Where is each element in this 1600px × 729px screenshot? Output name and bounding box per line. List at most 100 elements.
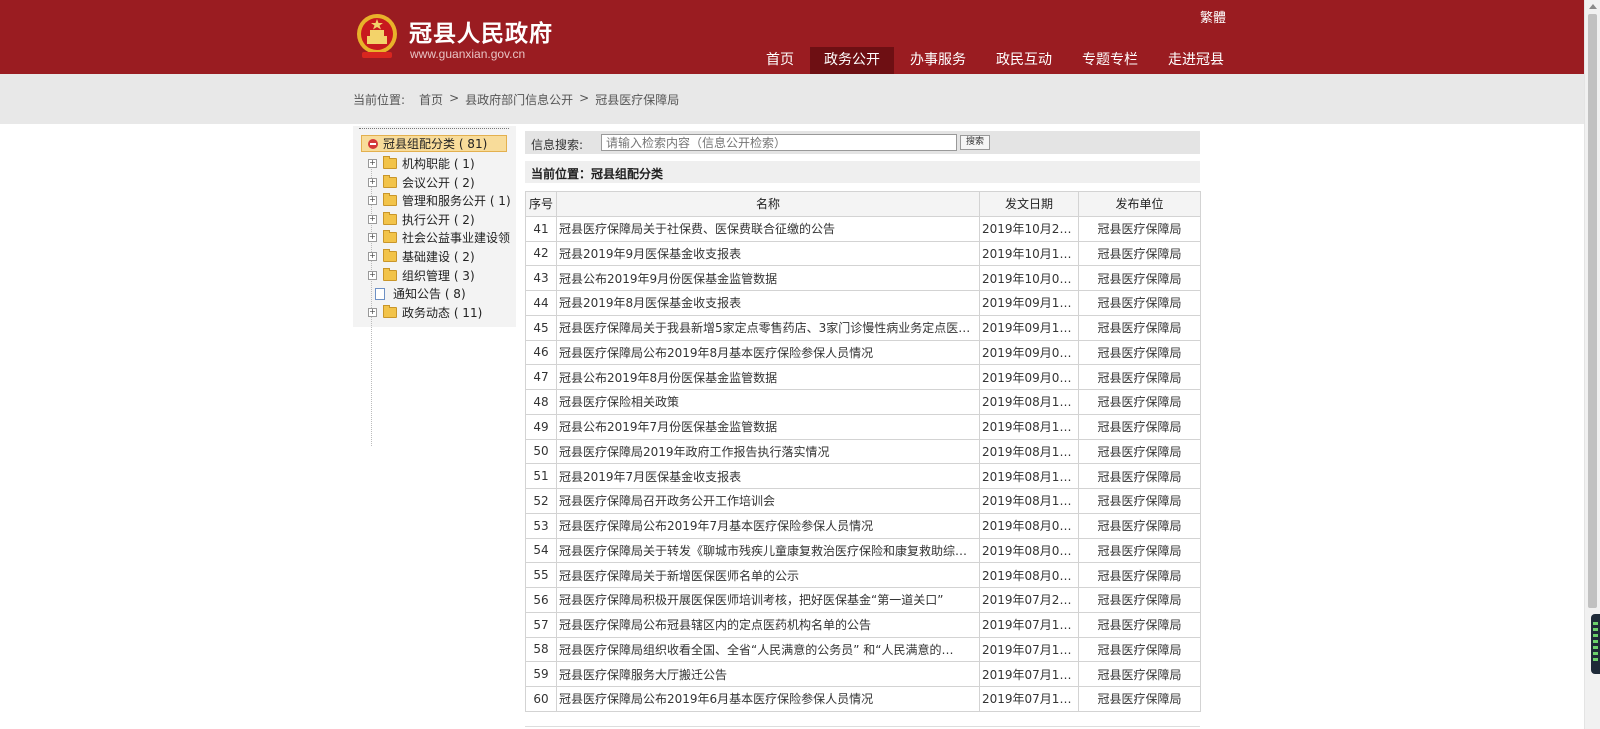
row-number: 46 xyxy=(525,339,557,366)
main-nav: 首页 政务公开 办事服务 政民互动 专题专栏 走进冠县 xyxy=(752,47,1240,74)
site-title[interactable]: 冠县人民政府 xyxy=(409,14,553,48)
expand-icon[interactable]: + xyxy=(368,233,377,243)
expand-icon[interactable]: + xyxy=(368,214,377,224)
row-unit: 冠县医疗保障局 xyxy=(1078,661,1201,687)
traditional-chinese-toggle[interactable]: 繁體 xyxy=(1200,7,1226,26)
row-title-link[interactable]: 冠县医疗保险相关政策 xyxy=(556,389,980,415)
expand-icon[interactable]: + xyxy=(368,252,377,261)
search-button[interactable]: 搜索 xyxy=(960,135,990,150)
row-title-link[interactable]: 冠县医疗保障局公布2019年6月基本医疗保险参保人员情况 xyxy=(556,686,980,712)
row-date: 2019年08月1… xyxy=(979,389,1079,415)
tree-item-label: 基础建设 ( 2) xyxy=(402,250,475,264)
table-row: 50 冠县医疗保障局2019年政府工作报告执行落实情况 2019年08月1… 冠县医疗… xyxy=(525,438,1201,465)
scroll-up-arrow-icon[interactable] xyxy=(1589,4,1597,9)
breadcrumb-link-2[interactable]: 冠县医疗保障局 xyxy=(595,91,679,108)
row-number: 49 xyxy=(525,413,557,440)
row-unit: 冠县医疗保障局 xyxy=(1078,587,1201,613)
tree-item-5[interactable]: + 基础建设 ( 2) xyxy=(368,247,475,266)
tree-item-label: 机构职能 ( 1) xyxy=(402,157,475,171)
tree-item-7[interactable]: 通知公告 ( 8) xyxy=(368,284,466,303)
breadcrumb-link-0[interactable]: 首页 xyxy=(419,91,443,108)
tree-item-label: 通知公告 ( 8) xyxy=(393,287,466,302)
expand-icon[interactable]: + xyxy=(368,270,377,280)
row-title-link[interactable]: 冠县医疗保障局公布2019年8月基本医疗保险参保人员情况 xyxy=(556,339,980,366)
row-title-link[interactable]: 冠县医疗保障局关于转发《聊城市残疾儿童康复救治医疗保险和康复救助综… xyxy=(556,537,980,564)
row-number: 44 xyxy=(525,290,557,316)
row-unit: 冠县医疗保障局 xyxy=(1078,438,1201,465)
row-date: 2019年08月1… xyxy=(979,488,1079,514)
row-title-link[interactable]: 冠县医疗保障局公布冠县辖区内的定点医药机构名单的公告 xyxy=(556,611,980,638)
collapse-icon[interactable] xyxy=(368,138,378,149)
row-title-link[interactable]: 冠县医疗保障局召开政务公开工作培训会 xyxy=(556,488,980,514)
row-title-link[interactable]: 冠县医疗保障局组织收看全国、全省“人民满意的公务员” 和“人民满意的… xyxy=(556,636,980,663)
nav-item-3[interactable]: 政民互动 xyxy=(982,47,1066,74)
national-emblem-icon[interactable] xyxy=(356,12,398,62)
row-title-link[interactable]: 冠县2019年8月医保基金收支报表 xyxy=(556,290,980,316)
row-unit: 冠县医疗保障局 xyxy=(1078,290,1201,316)
floating-widget-icon[interactable] xyxy=(1591,614,1600,674)
row-date: 2019年07月2… xyxy=(979,587,1079,613)
row-number: 43 xyxy=(525,265,557,291)
tree-item-label: 组织管理 ( 3) xyxy=(402,268,475,283)
nav-item-5[interactable]: 走进冠县 xyxy=(1154,47,1238,74)
col-header-no: 序号 xyxy=(525,191,557,217)
expand-icon[interactable]: + xyxy=(368,196,377,206)
tree-item-label: 管理和服务公开 ( 1) xyxy=(402,194,511,209)
row-date: 2019年07月1… xyxy=(979,636,1079,663)
row-title-link[interactable]: 冠县2019年7月医保基金收支报表 xyxy=(556,463,980,489)
row-title-link[interactable]: 冠县医疗保障局积极开展医保医师培训考核，把好医保基金“第一道关口” xyxy=(556,587,980,613)
table-header-row: 序号 名称 发文日期 发布单位 xyxy=(525,191,1201,217)
tree-item-3[interactable]: + 执行公开 ( 2) xyxy=(368,210,475,229)
folder-icon xyxy=(383,267,397,281)
tree-item-8[interactable]: + 政务动态 ( 11) xyxy=(368,303,482,322)
row-title-link[interactable]: 冠县2019年9月医保基金收支报表 xyxy=(556,240,980,267)
nav-item-4[interactable]: 专题专栏 xyxy=(1068,47,1152,74)
row-title-link[interactable]: 冠县医疗保障局关于我县新增5家定点零售药店、3家门诊慢性病业务定点医… xyxy=(556,314,980,341)
expand-icon[interactable]: + xyxy=(368,307,377,317)
row-title-link[interactable]: 冠县医疗保障局关于社保费、医保费联合征缴的公告 xyxy=(556,215,980,242)
row-title-link[interactable]: 冠县公布2019年8月份医保基金监管数据 xyxy=(556,364,980,390)
table-row: 60 冠县医疗保障局公布2019年6月基本医疗保险参保人员情况 2019年07月1…… xyxy=(525,686,1201,712)
site-url: www.guanxian.gov.cn xyxy=(410,47,526,61)
row-title-link[interactable]: 冠县医疗保障服务大厅搬迁公告 xyxy=(556,661,980,687)
row-title-link[interactable]: 冠县公布2019年7月份医保基金监管数据 xyxy=(556,413,980,440)
tree-item-2[interactable]: + 管理和服务公开 ( 1) xyxy=(368,191,511,210)
breadcrumb-separator: > xyxy=(579,91,590,105)
folder-icon xyxy=(383,156,397,169)
row-number: 41 xyxy=(525,215,557,242)
tree-root-label: 冠县组配分类 ( 81) xyxy=(383,137,488,151)
table-row: 58 冠县医疗保障局组织收看全国、全省“人民满意的公务员” 和“人民满意的… 201… xyxy=(525,636,1201,663)
row-title-link[interactable]: 冠县医疗保障局关于新增医保医师名单的公示 xyxy=(556,562,980,588)
table-row: 51 冠县2019年7月医保基金收支报表 2019年08月1… 冠县医疗保障局 xyxy=(525,463,1201,489)
expand-icon[interactable]: + xyxy=(368,177,377,187)
expand-icon[interactable]: + xyxy=(368,159,377,168)
scrollbar-thumb[interactable] xyxy=(1588,14,1597,608)
table-row: 49 冠县公布2019年7月份医保基金监管数据 2019年08月1… 冠县医疗保障局 xyxy=(525,413,1201,440)
tree-root[interactable]: 冠县组配分类 ( 81) xyxy=(361,135,507,152)
table-row: 55 冠县医疗保障局关于新增医保医师名单的公示 2019年08月0… 冠县医疗保障局 xyxy=(525,562,1201,588)
row-date: 2019年09月1… xyxy=(979,314,1079,341)
breadcrumb-link-1[interactable]: 县政府部门信息公开 xyxy=(465,91,573,108)
nav-item-0[interactable]: 首页 xyxy=(752,47,808,74)
folder-icon xyxy=(383,304,397,318)
table-row: 54 冠县医疗保障局关于转发《聊城市残疾儿童康复救治医疗保险和康复救助综… 2019… xyxy=(525,537,1201,564)
table-row: 44 冠县2019年8月医保基金收支报表 2019年09月1… 冠县医疗保障局 xyxy=(525,290,1201,316)
row-title-link[interactable]: 冠县公布2019年9月份医保基金监管数据 xyxy=(556,265,980,291)
tree-item-4[interactable]: + 社会公益事业建设领 xyxy=(368,228,510,247)
row-number: 60 xyxy=(525,686,557,712)
row-title-link[interactable]: 冠县医疗保障局2019年政府工作报告执行落实情况 xyxy=(556,438,980,465)
row-number: 50 xyxy=(525,438,557,465)
table-row: 57 冠县医疗保障局公布冠县辖区内的定点医药机构名单的公告 2019年07月1… 冠县… xyxy=(525,611,1201,638)
row-number: 48 xyxy=(525,389,557,415)
table-row: 43 冠县公布2019年9月份医保基金监管数据 2019年10月0… 冠县医疗保障局 xyxy=(525,265,1201,291)
tree-item-0[interactable]: + 机构职能 ( 1) xyxy=(368,154,475,173)
search-input[interactable] xyxy=(601,134,957,151)
table-row: 52 冠县医疗保障局召开政务公开工作培训会 2019年08月1… 冠县医疗保障局 xyxy=(525,488,1201,514)
nav-item-1[interactable]: 政务公开 xyxy=(810,47,894,74)
tree-item-6[interactable]: + 组织管理 ( 3) xyxy=(368,266,475,285)
nav-item-2[interactable]: 办事服务 xyxy=(896,47,980,74)
row-title-link[interactable]: 冠县医疗保障局公布2019年7月基本医疗保险参保人员情况 xyxy=(556,512,980,539)
row-unit: 冠县医疗保障局 xyxy=(1078,537,1201,564)
row-date: 2019年08月1… xyxy=(979,463,1079,489)
tree-item-1[interactable]: + 会议公开 ( 2) xyxy=(368,173,475,192)
